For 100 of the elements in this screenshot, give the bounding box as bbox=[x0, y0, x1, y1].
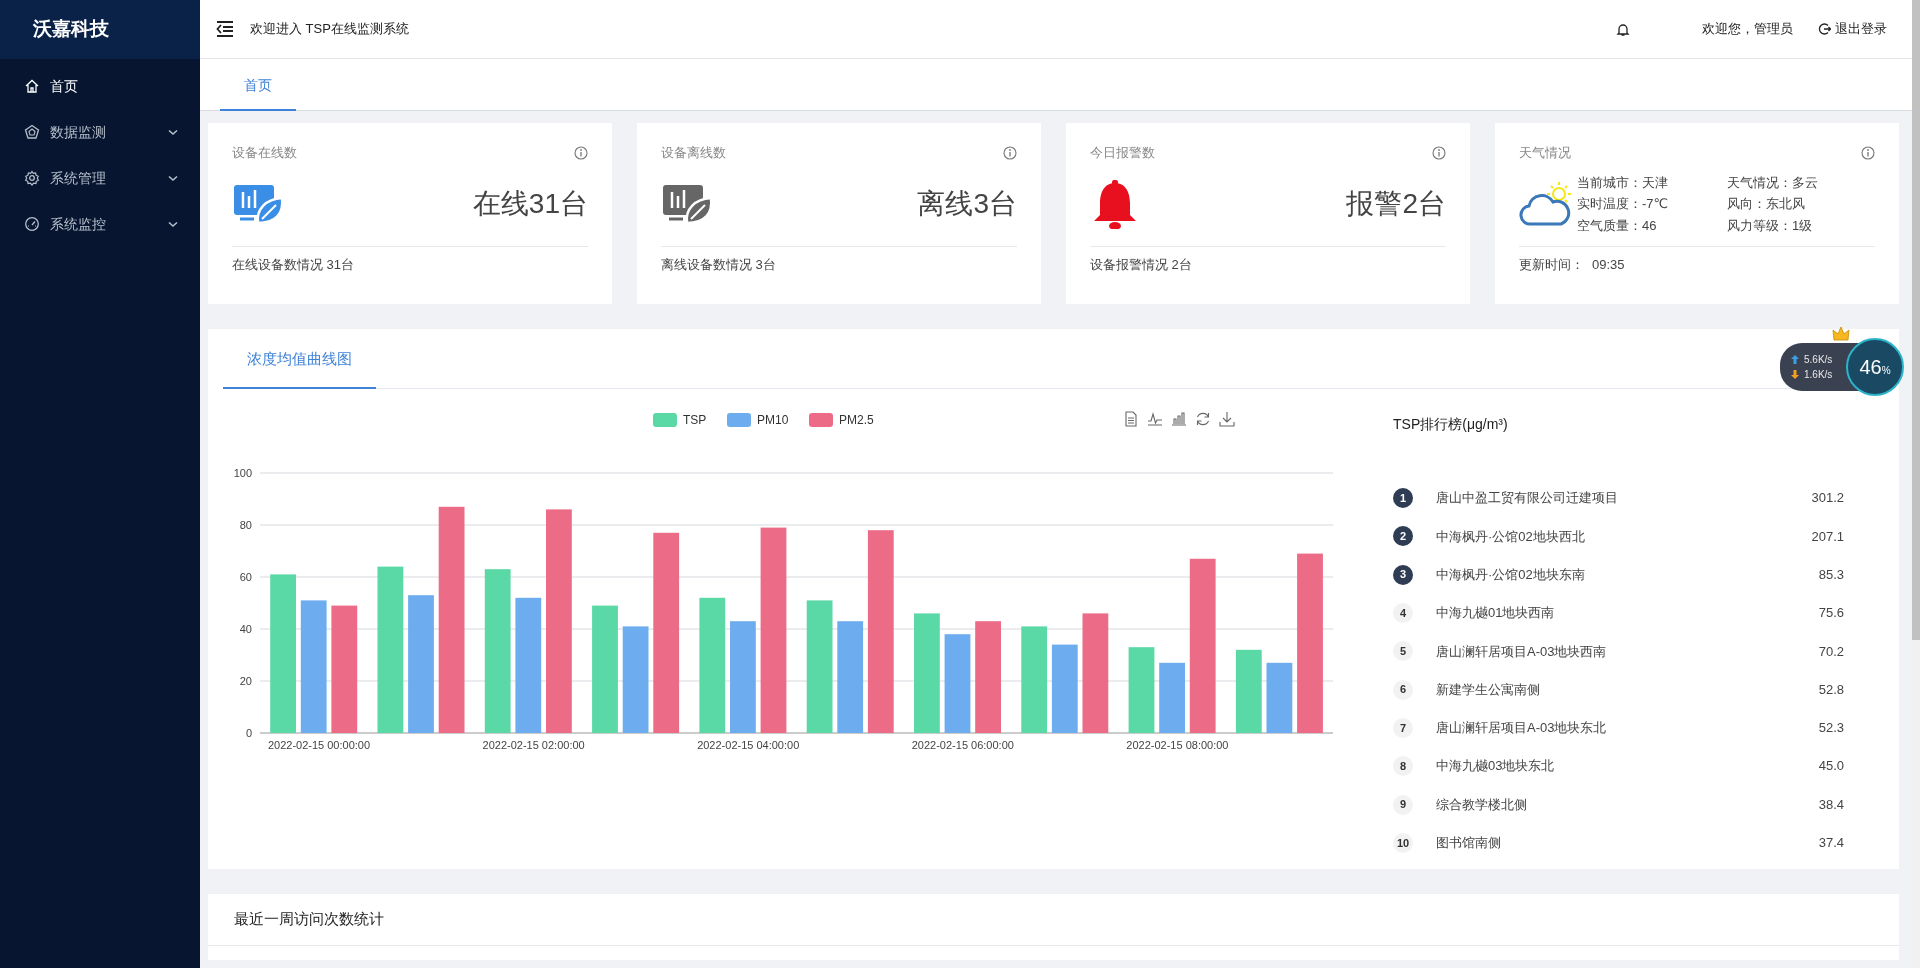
axis-tick-label: 2022-02-15 06:00:00 bbox=[911, 739, 1014, 751]
ranking-value: 85.3 bbox=[1818, 566, 1844, 584]
info-icon[interactable] bbox=[574, 145, 588, 160]
bar[interactable] bbox=[1051, 644, 1078, 733]
bar[interactable] bbox=[1297, 553, 1323, 733]
line-chart-icon[interactable] bbox=[1147, 411, 1163, 427]
weather-field: 天气情况：多云 bbox=[1727, 172, 1867, 193]
ranking-name: 中海枫丹·公馆02地块东南 bbox=[1436, 566, 1586, 584]
axis-tick-label: 2022-02-15 04:00:00 bbox=[697, 739, 800, 751]
card-footer-text: 离线设备数情况 3台 bbox=[661, 255, 777, 274]
bar[interactable] bbox=[867, 530, 894, 733]
weather-field: 当前城市：天津 bbox=[1577, 172, 1727, 193]
sidebar-item[interactable]: 首页 bbox=[0, 63, 200, 109]
ranking-value: 52.3 bbox=[1818, 719, 1844, 738]
bar[interactable] bbox=[1021, 626, 1048, 733]
sidebar-item[interactable]: 系统管理 bbox=[0, 155, 200, 201]
bar[interactable] bbox=[1082, 613, 1109, 733]
stat-value: 离线3台 bbox=[917, 187, 1017, 221]
page-tab[interactable]: 首页 bbox=[220, 61, 296, 111]
ranking-value: 70.2 bbox=[1818, 642, 1844, 661]
bar[interactable] bbox=[270, 574, 296, 733]
panel-title: 最近一周访问次数统计 bbox=[234, 910, 384, 927]
rank-badge: 9 bbox=[1393, 794, 1413, 815]
rank-badge: 1 bbox=[1393, 488, 1413, 509]
bar[interactable] bbox=[1266, 662, 1293, 733]
weather-field: 风力等级：1级 bbox=[1727, 215, 1867, 236]
card-title: 设备离线数 bbox=[661, 144, 726, 162]
rank-badge: 8 bbox=[1393, 756, 1413, 777]
ranking-name: 中海枫丹·公馆02地块西北 bbox=[1436, 527, 1586, 546]
weather-field: 空气质量：46 bbox=[1577, 215, 1727, 236]
ranking-value: 38.4 bbox=[1818, 795, 1844, 814]
bar[interactable] bbox=[760, 527, 787, 733]
bar[interactable] bbox=[730, 621, 756, 733]
bar[interactable] bbox=[1235, 649, 1262, 733]
ranking-name: 新建学生公寓南侧 bbox=[1436, 680, 1541, 699]
card-title: 天气情况 bbox=[1519, 144, 1571, 162]
bar[interactable] bbox=[438, 506, 465, 733]
bar-chart-icon[interactable] bbox=[1171, 411, 1187, 427]
bar[interactable] bbox=[622, 626, 649, 733]
bar[interactable] bbox=[546, 509, 572, 733]
axis-tick-label: 2022-02-15 08:00:00 bbox=[1126, 739, 1229, 751]
upload-speed: 5.6K/s bbox=[1804, 353, 1833, 367]
card-title: 设备在线数 bbox=[232, 144, 297, 162]
legend-swatch[interactable] bbox=[809, 413, 833, 427]
home-icon bbox=[24, 78, 40, 94]
download-icon[interactable] bbox=[1219, 411, 1235, 427]
info-icon[interactable] bbox=[1432, 145, 1446, 160]
legend-swatch[interactable] bbox=[727, 413, 751, 427]
refresh-icon[interactable] bbox=[1195, 411, 1211, 427]
legend-label[interactable]: TSP bbox=[683, 413, 707, 427]
scrollbar[interactable] bbox=[1912, 0, 1920, 968]
ranking-name: 唐山澜轩居项目A-03地块西南 bbox=[1436, 642, 1608, 661]
info-icon[interactable] bbox=[1861, 145, 1875, 160]
sidebar-item[interactable]: 系统监控 bbox=[0, 201, 200, 247]
bar[interactable] bbox=[837, 621, 864, 733]
ranking-value: 52.8 bbox=[1818, 680, 1844, 699]
bar[interactable] bbox=[484, 569, 511, 733]
weather-field: 风向：东北风 bbox=[1727, 194, 1867, 214]
weather-field: 实时温度：-7℃ bbox=[1577, 194, 1727, 214]
bar[interactable] bbox=[944, 634, 971, 733]
legend-swatch[interactable] bbox=[653, 413, 677, 427]
ranking-name: 中海九樾03地块东北 bbox=[1436, 757, 1556, 776]
sidebar-item[interactable]: 数据监测 bbox=[0, 109, 200, 155]
bar[interactable] bbox=[331, 605, 358, 733]
ranking-name: 图书馆南侧 bbox=[1436, 834, 1502, 853]
rank-badge: 4 bbox=[1393, 603, 1413, 624]
logout-link[interactable]: 退出登录 bbox=[1817, 18, 1888, 40]
bar[interactable] bbox=[806, 600, 833, 733]
legend-label[interactable]: PM10 bbox=[757, 413, 789, 427]
update-time-label: 更新时间： bbox=[1519, 255, 1584, 274]
bar[interactable] bbox=[1128, 647, 1155, 733]
bar[interactable] bbox=[377, 566, 404, 733]
bar[interactable] bbox=[914, 613, 940, 733]
legend-label[interactable]: PM2.5 bbox=[839, 413, 874, 427]
bar[interactable] bbox=[1189, 558, 1216, 733]
bar[interactable] bbox=[653, 532, 680, 733]
axis-tick-label: 0 bbox=[245, 727, 252, 739]
chart-tab[interactable]: 浓度均值曲线图 bbox=[223, 331, 376, 389]
document-icon[interactable] bbox=[1123, 411, 1139, 427]
card-title: 今日报警数 bbox=[1090, 144, 1155, 162]
bar[interactable] bbox=[1159, 662, 1185, 733]
bar[interactable] bbox=[975, 621, 1001, 733]
ranking-title: TSP排行榜(μg/m³) bbox=[1393, 415, 1509, 434]
page-title: 欢迎进入 TSP在线监测系统 bbox=[250, 20, 410, 39]
bar[interactable] bbox=[515, 597, 542, 733]
axis-tick-label: 60 bbox=[239, 571, 252, 583]
bar[interactable] bbox=[699, 597, 726, 733]
info-icon[interactable] bbox=[1003, 145, 1017, 160]
rank-badge: 6 bbox=[1393, 679, 1413, 700]
rank-badge: 2 bbox=[1393, 526, 1413, 547]
upload-arrow-icon bbox=[1790, 354, 1800, 365]
axis-tick-label: 40 bbox=[239, 623, 252, 635]
gauge-icon bbox=[24, 216, 40, 232]
bar[interactable] bbox=[300, 600, 327, 733]
menu-toggle-icon[interactable] bbox=[216, 20, 234, 38]
bell-icon[interactable] bbox=[1616, 21, 1630, 37]
bar[interactable] bbox=[408, 595, 434, 733]
download-arrow-icon bbox=[1790, 369, 1800, 380]
download-speed: 1.6K/s bbox=[1804, 368, 1833, 382]
ranking-name: 唐山中盈工贸有限公司迁建项目 bbox=[1436, 489, 1619, 508]
